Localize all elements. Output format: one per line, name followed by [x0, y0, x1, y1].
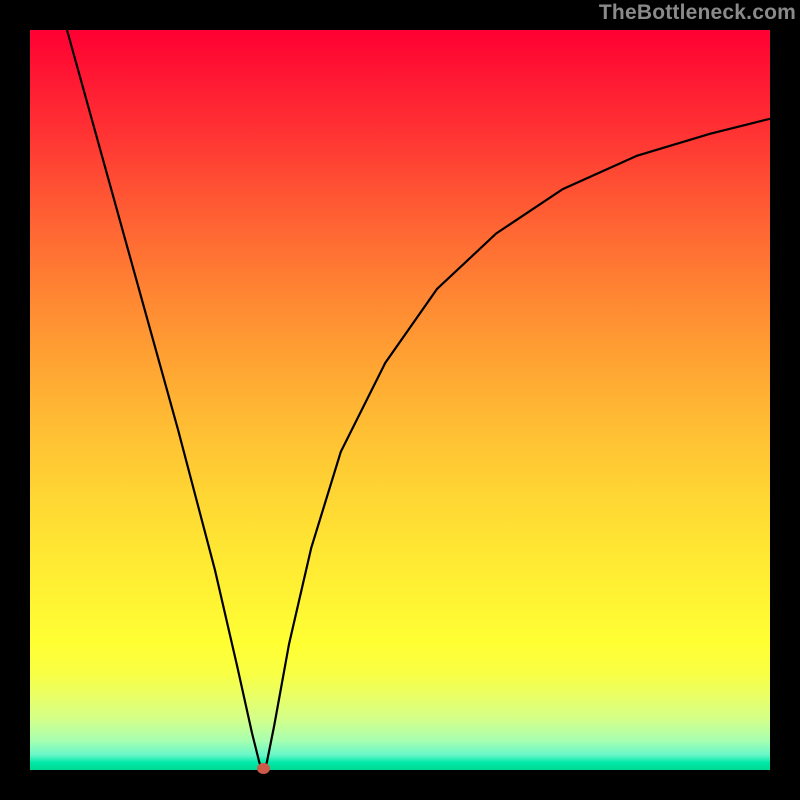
minimum-dot-marker [257, 763, 270, 774]
plot-area [30, 30, 770, 770]
curve-svg [30, 30, 770, 770]
watermark-text: TheBottleneck.com [599, 1, 796, 25]
bottleneck-curve [67, 30, 770, 770]
chart-frame: TheBottleneck.com [0, 0, 800, 800]
